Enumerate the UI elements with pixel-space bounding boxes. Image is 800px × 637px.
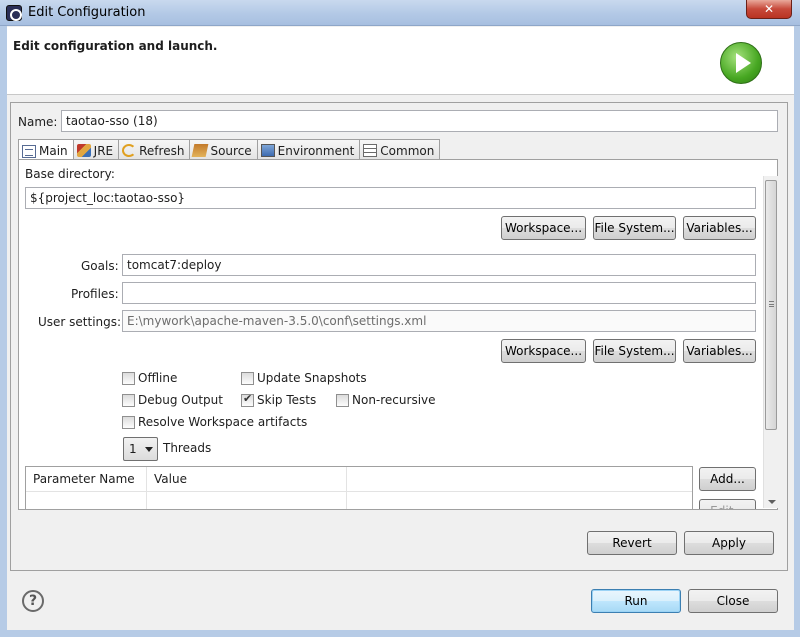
skip-tests-label: Skip Tests: [257, 393, 317, 407]
offline-label: Offline: [138, 371, 178, 385]
tab-environment[interactable]: Environment: [257, 139, 361, 159]
threads-select[interactable]: 1: [123, 437, 158, 461]
tab-jre-label: JRE: [93, 143, 114, 158]
update-snapshots-checkbox[interactable]: [241, 372, 254, 385]
settings-file-system-button[interactable]: File System...: [593, 339, 676, 363]
non-recursive-checkbox[interactable]: [336, 394, 349, 407]
chevron-down-icon: [145, 447, 153, 452]
user-settings-input[interactable]: E:\mywork\apache-maven-3.5.0\conf\settin…: [122, 310, 756, 332]
skip-tests-checkbox[interactable]: [241, 392, 254, 407]
resolve-workspace-checkbox[interactable]: [122, 416, 135, 429]
tab-refresh-label: Refresh: [139, 143, 185, 158]
name-label: Name:: [18, 115, 58, 129]
debug-output-checkbox[interactable]: [122, 394, 135, 407]
grip-icon: [769, 301, 774, 307]
tab-source[interactable]: Source: [190, 139, 258, 159]
profiles-label: Profiles:: [71, 287, 119, 301]
threads-select-value: 1: [129, 442, 137, 456]
jre-icon: [76, 144, 91, 157]
common-icon: [363, 144, 378, 157]
run-launch-icon: [720, 42, 762, 84]
column-header-parameter-name[interactable]: Parameter Name: [26, 467, 147, 509]
settings-variables-button[interactable]: Variables...: [683, 339, 756, 363]
tab-source-label: Source: [210, 143, 252, 158]
source-icon: [192, 144, 209, 157]
banner-message: Edit configuration and launch.: [13, 39, 218, 53]
settings-workspace-button[interactable]: Workspace...: [501, 339, 586, 363]
window-frame-bottom: [0, 630, 800, 637]
configuration-name-input[interactable]: taotao-sso (18): [61, 110, 778, 132]
dialog-banner: Edit configuration and launch.: [7, 27, 794, 95]
eclipse-app-icon: [6, 5, 22, 21]
scrollbar-thumb[interactable]: [765, 180, 777, 430]
tab-main-label: Main: [39, 144, 68, 158]
help-icon[interactable]: ?: [22, 590, 44, 612]
base-directory-input[interactable]: ${project_loc:taotao-sso}: [25, 187, 756, 209]
user-settings-label: User settings:: [38, 315, 122, 329]
tab-environment-label: Environment: [277, 143, 355, 158]
base-variables-button[interactable]: Variables...: [683, 216, 756, 240]
column-parameter-name-label: Parameter Name: [33, 472, 135, 486]
update-snapshots-label: Update Snapshots: [257, 371, 367, 385]
tab-common[interactable]: Common: [360, 139, 441, 159]
threads-label: Threads: [163, 441, 212, 455]
base-workspace-button[interactable]: Workspace...: [501, 216, 586, 240]
base-directory-label: Base directory:: [25, 167, 115, 181]
goals-input[interactable]: tomcat7:deploy: [122, 254, 756, 276]
scroll-down-icon[interactable]: [768, 500, 776, 504]
edit-parameter-button[interactable]: Edit...: [699, 499, 756, 509]
add-parameter-button[interactable]: Add...: [699, 467, 756, 491]
environment-icon: [260, 144, 275, 157]
tab-refresh[interactable]: Refresh: [119, 139, 191, 159]
column-header-value[interactable]: Value: [147, 467, 347, 509]
window-title: Edit Configuration: [28, 5, 146, 20]
base-file-system-button[interactable]: File System...: [593, 216, 676, 240]
tab-main[interactable]: Main: [18, 139, 74, 160]
run-button[interactable]: Run: [591, 589, 681, 613]
refresh-icon: [122, 144, 137, 157]
window-close-button[interactable]: ✕: [746, 0, 792, 19]
non-recursive-label: Non-recursive: [352, 393, 436, 407]
window-frame-left: [0, 26, 7, 637]
title-bar: Edit Configuration ✕: [0, 0, 800, 26]
close-button[interactable]: Close: [688, 589, 778, 613]
debug-output-label: Debug Output: [138, 393, 223, 407]
main-tab-icon: [22, 144, 36, 158]
vertical-scrollbar[interactable]: [763, 176, 778, 508]
tab-common-label: Common: [380, 143, 435, 158]
window-frame-right: [794, 26, 800, 637]
offline-checkbox[interactable]: [122, 372, 135, 385]
tab-jre[interactable]: JRE: [73, 139, 120, 159]
column-value-label: Value: [154, 472, 187, 486]
goals-label: Goals:: [81, 259, 119, 273]
revert-button[interactable]: Revert: [587, 531, 677, 555]
edit-parameter-button-clip: Edit...: [699, 499, 756, 509]
profiles-input[interactable]: [122, 282, 756, 304]
resolve-workspace-label: Resolve Workspace artifacts: [138, 415, 308, 429]
parameter-table[interactable]: Parameter Name Value: [25, 466, 693, 510]
apply-button[interactable]: Apply: [684, 531, 774, 555]
tab-strip: Main JRE Refresh Source Environment Comm…: [18, 139, 441, 160]
